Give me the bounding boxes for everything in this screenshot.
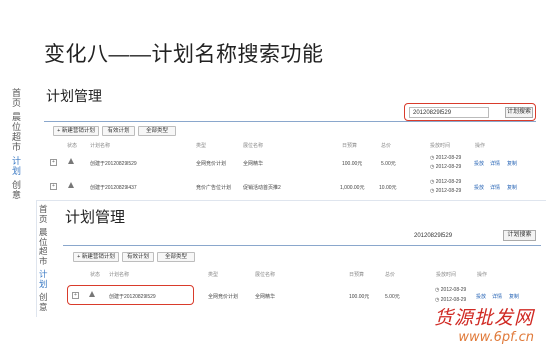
col-name: 计划名称 <box>109 272 130 278</box>
slot-name: 促销活动首页推2 <box>243 185 281 191</box>
screenshot-panel-1: 首页 晨位超市 计划 创意 报表 计划管理 20120829l529 计划搜索 … <box>0 78 546 203</box>
plan-type: 全网竞价计划 <box>196 161 227 167</box>
col-actions: 操作 <box>475 143 486 149</box>
deliver-link[interactable]: 投放 <box>474 160 484 167</box>
col-budget: 日预算 <box>342 143 358 149</box>
end-date: 2012-08-29 <box>435 188 462 194</box>
col-slot: 展位名称 <box>243 143 264 149</box>
plan-name[interactable]: 创建于20120829l529 <box>90 160 137 167</box>
col-name: 计划名称 <box>90 143 111 149</box>
nav-item-home[interactable]: 首页 <box>39 204 49 224</box>
col-actions: 操作 <box>477 272 488 278</box>
total-price: 5.00元 <box>381 161 396 167</box>
expand-icon[interactable]: + <box>50 183 57 190</box>
col-slot: 展位名称 <box>255 272 276 278</box>
daily-budget: 1,000.00元 <box>340 185 365 191</box>
search-input[interactable]: 20120829l529 <box>409 107 489 118</box>
watermark-url: www.6pf.cn <box>458 330 534 345</box>
expand-icon[interactable]: + <box>50 159 57 166</box>
daily-budget: 100.00元 <box>349 294 370 300</box>
slot-name: 全网精华 <box>243 161 264 167</box>
warning-icon <box>68 158 74 164</box>
nav-item-creative[interactable]: 创意 <box>39 292 49 312</box>
detail-link[interactable]: 详情 <box>490 160 500 167</box>
col-status: 状态 <box>90 272 101 278</box>
nav-item-home[interactable]: 首页 <box>12 88 22 108</box>
plan-name[interactable]: 创建于20120829l437 <box>90 184 137 191</box>
type-filter[interactable]: 全部类型 <box>138 126 176 136</box>
warning-icon <box>89 291 95 297</box>
screenshot-panel-2: 首页 晨位超市 计划 创意 计划管理 20120829l529 计划搜索 + 新… <box>36 200 546 317</box>
copy-link[interactable]: 复制 <box>507 184 517 191</box>
active-plan-filter[interactable]: 有效计划 <box>122 252 154 262</box>
end-time: ◷ 2012-08-29 <box>430 164 462 170</box>
total-price: 5.00元 <box>385 294 400 300</box>
separator <box>44 121 536 122</box>
col-total: 总价 <box>385 272 396 278</box>
start-date: 2012-08-29 <box>435 155 462 161</box>
start-time: ◷ 2012-08-29 <box>435 287 467 293</box>
col-time: 投放时间 <box>436 272 457 278</box>
new-plan-button[interactable]: + 新建营销计划 <box>73 252 119 262</box>
search-input[interactable]: 20120829l529 <box>411 230 491 241</box>
col-time: 投放时间 <box>430 143 451 149</box>
page-title: 计划管理 <box>46 88 102 104</box>
type-filter[interactable]: 全部类型 <box>157 252 195 262</box>
nav-item-plan[interactable]: 计划 <box>12 156 22 176</box>
total-price: 10.00元 <box>379 185 397 191</box>
detail-link[interactable]: 详情 <box>492 293 502 300</box>
start-time: ◷ 2012-08-29 <box>430 155 462 161</box>
detail-link[interactable]: 详情 <box>490 184 500 191</box>
plan-type: 全网竞价计划 <box>208 294 239 300</box>
end-time: ◷ 2012-08-29 <box>430 188 462 194</box>
col-status: 状态 <box>67 143 78 149</box>
search-button[interactable]: 计划搜索 <box>503 230 536 241</box>
page-title: 计划管理 <box>65 209 126 226</box>
start-time: ◷ 2012-08-29 <box>430 179 462 185</box>
plan-name[interactable]: 创建于20120829l529 <box>109 293 156 300</box>
nav-item-creative[interactable]: 创意 <box>12 180 22 200</box>
warning-icon <box>68 182 74 188</box>
side-nav: 首页 晨位超市 计划 创意 报表 <box>12 88 22 203</box>
col-total: 总价 <box>381 143 392 149</box>
slot-name: 全网精华 <box>255 294 276 300</box>
end-date: 2012-08-29 <box>435 164 462 170</box>
start-date: 2012-08-29 <box>440 287 467 293</box>
start-date: 2012-08-29 <box>435 179 462 185</box>
search-button[interactable]: 计划搜索 <box>505 107 533 118</box>
deliver-link[interactable]: 投放 <box>476 293 486 300</box>
separator <box>63 245 541 246</box>
watermark-logo: 货源批发网 <box>433 307 534 329</box>
side-nav: 首页 晨位超市 计划 创意 <box>39 204 49 316</box>
nav-item-market[interactable]: 晨位超市 <box>39 227 49 266</box>
col-type: 类型 <box>208 272 219 278</box>
active-plan-filter[interactable]: 有效计划 <box>102 126 135 136</box>
col-budget: 日预算 <box>349 272 365 278</box>
expand-icon[interactable]: + <box>72 292 79 299</box>
nav-item-plan[interactable]: 计划 <box>39 269 49 289</box>
nav-item-market[interactable]: 晨位超市 <box>12 112 22 152</box>
deliver-link[interactable]: 投放 <box>474 184 484 191</box>
plan-type: 竞价广告位计划 <box>196 185 232 191</box>
new-plan-button[interactable]: + 新建营销计划 <box>53 126 99 136</box>
col-type: 类型 <box>196 143 207 149</box>
slide-title: 变化八——计划名称搜索功能 <box>44 43 324 66</box>
daily-budget: 100.00元 <box>342 161 363 167</box>
copy-link[interactable]: 复制 <box>509 293 519 300</box>
copy-link[interactable]: 复制 <box>507 160 517 167</box>
